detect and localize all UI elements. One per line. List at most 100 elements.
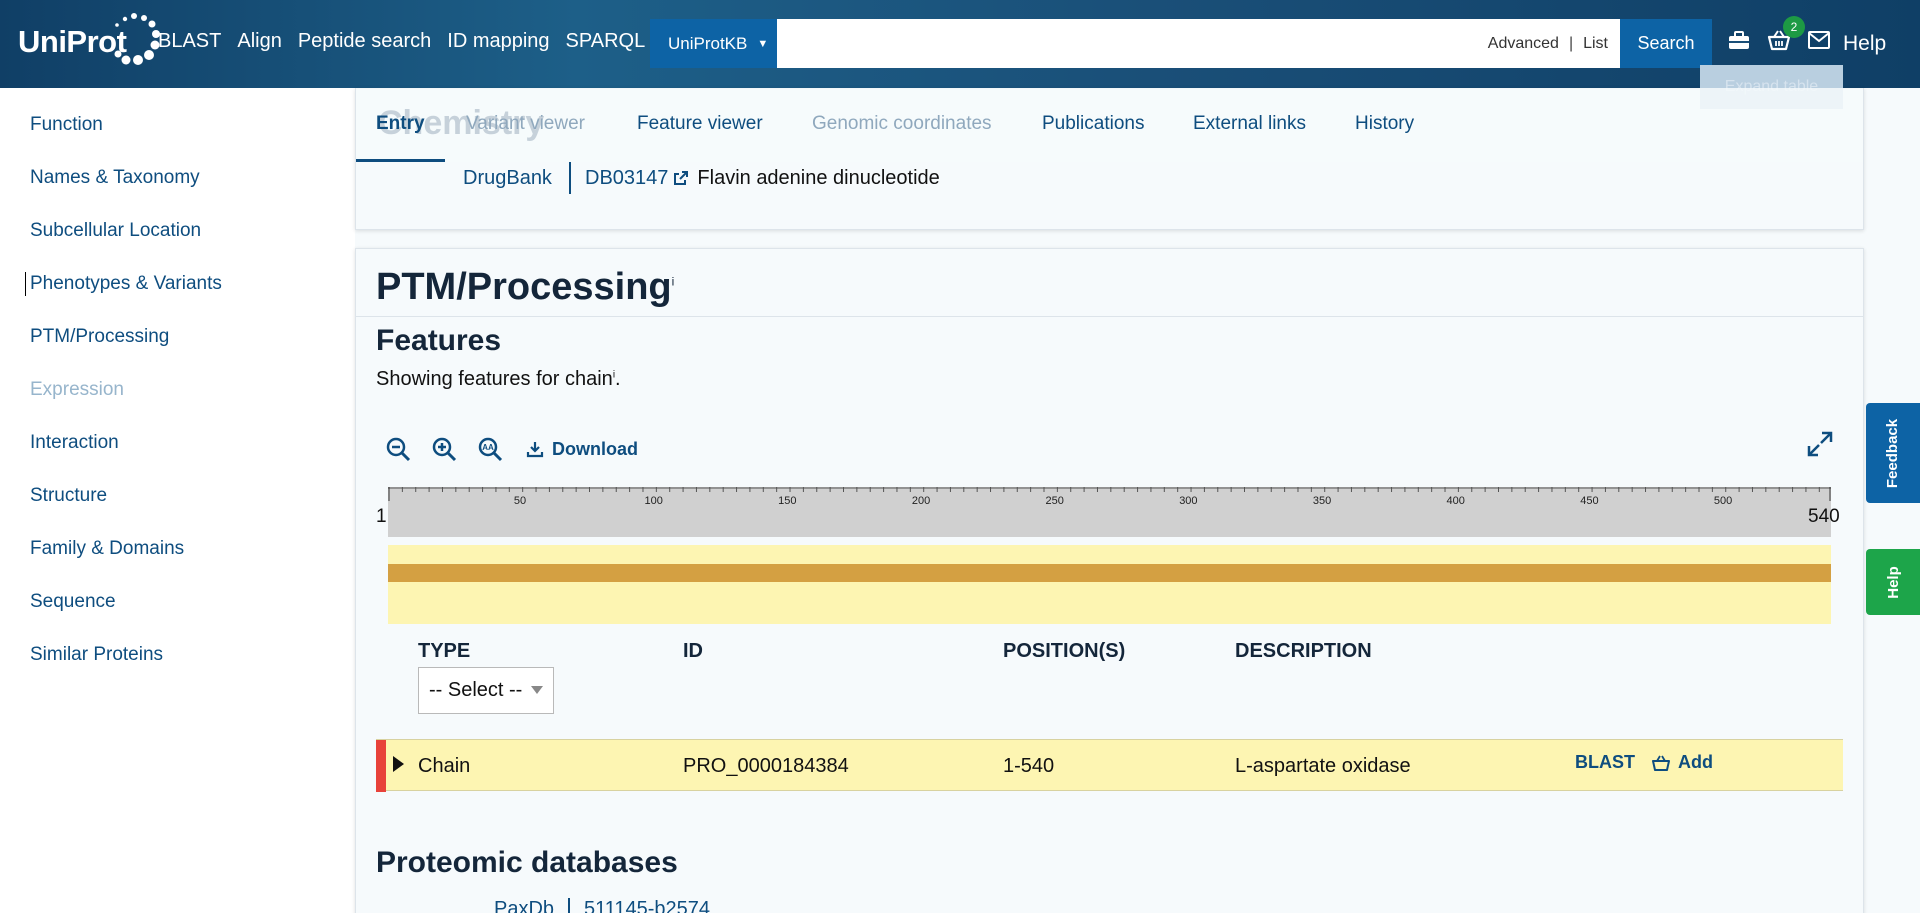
sidebar-item-similar-proteins[interactable]: Similar Proteins bbox=[30, 644, 163, 666]
svg-text:AA: AA bbox=[482, 443, 494, 452]
options-separator: | bbox=[1568, 35, 1574, 52]
ruler-tick-label: 150 bbox=[778, 495, 796, 507]
cell-type: Chain bbox=[418, 755, 471, 777]
sidebar-item-ptm-processing[interactable]: PTM/Processing bbox=[30, 326, 169, 348]
column-header-type: TYPE bbox=[418, 640, 471, 662]
sidebar-item-phenotypes-variants[interactable]: Phenotypes & Variants bbox=[25, 272, 222, 296]
sidebar-item-sequence[interactable]: Sequence bbox=[30, 591, 116, 613]
ruler-tick-label: 250 bbox=[1046, 495, 1064, 507]
ruler-tick-label: 450 bbox=[1580, 495, 1598, 507]
drugbank-description: Flavin adenine dinucleotide bbox=[697, 166, 940, 189]
column-header-id: ID bbox=[683, 640, 703, 662]
mail-icon[interactable] bbox=[1807, 28, 1831, 52]
zoom-out-icon[interactable] bbox=[384, 435, 412, 463]
xref-divider bbox=[568, 898, 570, 913]
list-search-link[interactable]: List bbox=[1583, 35, 1608, 52]
paxdb-label: PaxDb bbox=[494, 898, 555, 913]
column-header-description: DESCRIPTION bbox=[1235, 640, 1372, 662]
ruler-tick-label: 400 bbox=[1447, 495, 1465, 507]
fullscreen-icon[interactable] bbox=[1806, 430, 1834, 458]
blast-button[interactable]: BLAST bbox=[1575, 752, 1635, 773]
ruler-tick-label: 500 bbox=[1714, 495, 1732, 507]
ruler-tick-label: 50 bbox=[514, 495, 526, 507]
features-title: Features bbox=[376, 324, 502, 357]
chain-feature-bar[interactable] bbox=[388, 564, 1831, 582]
table-row[interactable]: Chain PRO_0000184384 1-540 L-aspartate o… bbox=[376, 739, 1843, 792]
logo-dots-icon bbox=[114, 13, 160, 65]
ruler-tick-label: 200 bbox=[912, 495, 930, 507]
features-desc-text: Showing features for chain bbox=[376, 368, 613, 390]
drugbank-xref: DrugBank DB03147 Flavin adenine dinucleo… bbox=[463, 162, 940, 194]
sidebar-item-structure[interactable]: Structure bbox=[30, 485, 107, 507]
cell-id: PRO_0000184384 bbox=[683, 755, 849, 777]
ruler-end-label: 540 bbox=[1808, 506, 1840, 527]
text-zoom-icon[interactable]: AA bbox=[476, 435, 504, 463]
cell-description: L-aspartate oxidase bbox=[1235, 755, 1411, 777]
nav-blast[interactable]: BLAST bbox=[158, 30, 221, 53]
search-button[interactable]: Search bbox=[1620, 19, 1712, 68]
tab-variant-viewer[interactable]: Variant viewer bbox=[466, 113, 585, 135]
expand-row-icon[interactable] bbox=[393, 756, 404, 772]
sidebar-item-interaction[interactable]: Interaction bbox=[30, 432, 119, 454]
advanced-search-link[interactable]: Advanced bbox=[1488, 35, 1559, 52]
info-icon[interactable]: i bbox=[672, 274, 675, 288]
download-label: Download bbox=[552, 438, 638, 459]
top-header: UniProt BLAST Align Peptide search ID ma… bbox=[0, 0, 1920, 88]
nav-peptide-search[interactable]: Peptide search bbox=[298, 30, 431, 53]
xref-divider bbox=[569, 162, 571, 194]
basket-icon[interactable]: 2 bbox=[1767, 16, 1805, 52]
download-icon bbox=[526, 442, 544, 458]
sidebar-item-expression: Expression bbox=[30, 379, 124, 400]
active-tab-indicator bbox=[356, 159, 445, 162]
feature-track bbox=[388, 545, 1831, 624]
column-header-positions: POSITION(S) bbox=[1003, 640, 1126, 662]
feedback-button[interactable]: Feedback bbox=[1866, 403, 1920, 503]
tab-genomic-coordinates[interactable]: Genomic coordinates bbox=[812, 113, 992, 135]
tools-icon[interactable] bbox=[1727, 28, 1751, 52]
proteomic-databases-title: Proteomic databases bbox=[376, 846, 678, 879]
help-link[interactable]: Help bbox=[1843, 32, 1886, 56]
sequence-ruler[interactable]: 50 100 150 200 250 300 350 400 450 500 bbox=[388, 487, 1831, 537]
uniprot-logo[interactable]: UniProt bbox=[18, 12, 160, 72]
tab-external-links[interactable]: External links bbox=[1193, 113, 1306, 135]
type-filter-select[interactable]: -- Select -- bbox=[418, 667, 554, 714]
add-label: Add bbox=[1678, 752, 1713, 772]
ruler-tick-label: 100 bbox=[644, 495, 662, 507]
tab-entry[interactable]: Entry bbox=[376, 113, 425, 135]
external-link-icon bbox=[674, 171, 689, 186]
search-input[interactable] bbox=[777, 19, 1477, 68]
sidebar-item-function[interactable]: Function bbox=[30, 114, 103, 136]
nav-id-mapping[interactable]: ID mapping bbox=[447, 30, 549, 53]
help-float-label: Help bbox=[1884, 565, 1902, 599]
paxdb-id-link[interactable]: 511145-b2574 bbox=[584, 898, 710, 913]
ruler-tick-label: 300 bbox=[1179, 495, 1197, 507]
search-options: Advanced | List bbox=[1488, 35, 1608, 53]
basket-icon bbox=[1652, 755, 1670, 771]
main-nav: BLAST Align Peptide search ID mapping SP… bbox=[158, 30, 645, 53]
drugbank-id-link[interactable]: DB03147 bbox=[585, 167, 697, 190]
sidebar-item-family-domains[interactable]: Family & Domains bbox=[30, 538, 184, 560]
zoom-in-icon[interactable] bbox=[430, 435, 458, 463]
ruler-tick-label: 350 bbox=[1313, 495, 1331, 507]
tab-feature-viewer[interactable]: Feature viewer bbox=[637, 113, 763, 135]
section-divider bbox=[356, 316, 1863, 317]
nav-align[interactable]: Align bbox=[237, 30, 281, 53]
features-description: Showing features for chaini. bbox=[376, 368, 621, 391]
sidebar-item-names-taxonomy[interactable]: Names & Taxonomy bbox=[30, 167, 200, 189]
add-to-basket-button[interactable]: Add bbox=[1652, 752, 1713, 773]
tab-history[interactable]: History bbox=[1355, 113, 1414, 135]
drugbank-label: DrugBank bbox=[463, 166, 552, 189]
section-sidebar: Function Names & Taxonomy Subcellular Lo… bbox=[0, 88, 355, 913]
sidebar-item-subcellular-location[interactable]: Subcellular Location bbox=[30, 220, 201, 242]
tab-publications[interactable]: Publications bbox=[1042, 113, 1144, 135]
database-select[interactable]: UniProtKB ▼ bbox=[650, 19, 777, 68]
drugbank-id: DB03147 bbox=[585, 166, 669, 189]
download-button[interactable]: Download bbox=[526, 439, 638, 460]
nav-sparql[interactable]: SPARQL bbox=[566, 30, 646, 53]
search-field-wrap: Advanced | List bbox=[777, 19, 1620, 68]
basket-count-badge: 2 bbox=[1783, 16, 1805, 38]
help-float-button[interactable]: Help bbox=[1866, 549, 1920, 615]
feedback-label: Feedback bbox=[1884, 418, 1902, 488]
ruler-ticks: 50 100 150 200 250 300 350 400 450 500 bbox=[388, 487, 1831, 507]
ptm-title-text: PTM/Processing bbox=[376, 266, 672, 308]
